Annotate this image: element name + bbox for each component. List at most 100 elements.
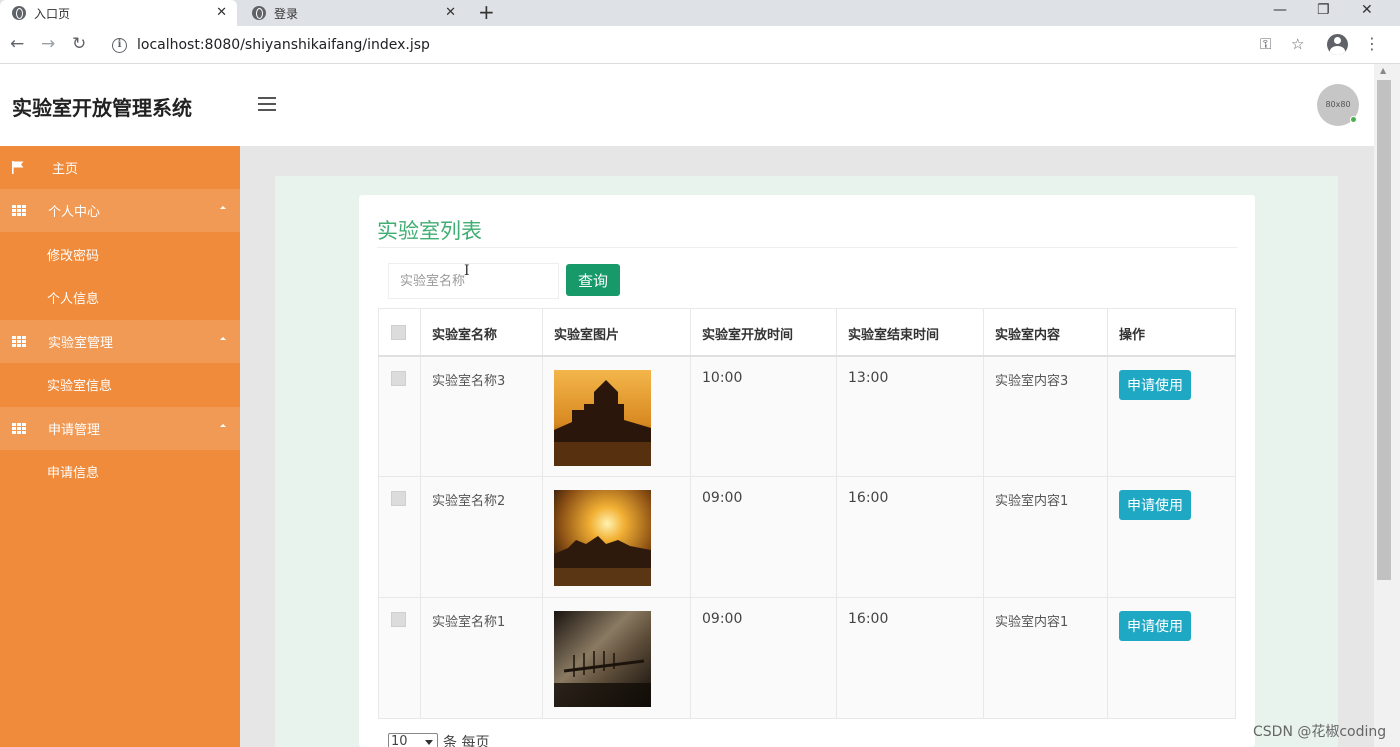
lab-name-cell: 实验室名称1 [420, 597, 543, 719]
table-header-row: 实验室名称 实验室图片 实验室开放时间 实验室结束时间 实验室内容 操作 [378, 308, 1236, 357]
sidebar-item-personal-info[interactable]: 个人信息 [0, 276, 240, 319]
sidebar-item-label: 主页 [52, 162, 79, 177]
sidebar-item-change-password[interactable]: 修改密码 [0, 233, 240, 276]
new-tab-button[interactable]: + [478, 1, 495, 23]
browser-toolbar: ← → ↻ i localhost:8080/shiyanshikaifang/… [0, 26, 1400, 64]
sidebar-item-label: 实验室信息 [47, 379, 113, 394]
url-text[interactable]: localhost:8080/shiyanshikaifang/index.js… [137, 37, 430, 53]
apply-button[interactable]: 申请使用 [1119, 490, 1191, 520]
column-header: 实验室结束时间 [836, 308, 984, 357]
lab-name-cell: 实验室名称2 [420, 476, 543, 598]
search-input[interactable] [388, 263, 559, 299]
close-time-cell: 13:00 [836, 355, 984, 477]
browser-tab-login[interactable]: 登录 ✕ [240, 0, 466, 26]
close-time-cell: 16:00 [836, 597, 984, 719]
app-title: 实验室开放管理系统 [12, 96, 192, 120]
page-size-label: 条 每页 [443, 735, 490, 747]
close-window-button[interactable]: ✕ [1361, 0, 1373, 20]
address-bar[interactable]: i localhost:8080/shiyanshikaifang/index.… [102, 31, 1322, 59]
star-icon[interactable]: ☆ [1291, 35, 1304, 53]
table-row: 实验室名称2 09:00 16:00 实验室内容1 申请使用 [378, 476, 1236, 598]
row-checkbox[interactable] [391, 491, 406, 506]
sidebar-item-label: 个人中心 [48, 205, 101, 220]
close-tab-icon[interactable]: ✕ [445, 5, 456, 21]
row-select-cell [378, 597, 421, 719]
close-tab-icon[interactable]: ✕ [216, 5, 227, 21]
select-all-checkbox[interactable] [391, 325, 406, 340]
app-header: 实验室开放管理系统 80x80 [0, 64, 1374, 146]
sidebar-item-application-info[interactable]: 申请信息 [0, 450, 240, 493]
watermark: CSDN @花椒coding [1253, 724, 1387, 740]
hamburger-menu-icon[interactable] [258, 97, 276, 111]
page-title: 实验室列表 [377, 219, 482, 243]
sidebar-item-label: 申请信息 [47, 466, 100, 481]
open-time-cell: 10:00 [690, 355, 837, 477]
sidebar-item-label: 个人信息 [47, 292, 100, 307]
lab-list-card: 实验室列表 I 查询 实验室名称 实验室图片 实验室开放时间 实验室结束时间 实… [359, 195, 1255, 747]
globe-icon [252, 6, 266, 20]
grid-icon [12, 423, 26, 434]
browser-tab-active[interactable]: 入口页 ✕ [0, 0, 237, 26]
key-icon[interactable]: ⚿ [1260, 35, 1271, 53]
lab-table: 实验室名称 实验室图片 实验室开放时间 实验室结束时间 实验室内容 操作 实验室… [378, 308, 1236, 719]
row-select-cell [378, 476, 421, 598]
sidebar-item-label: 实验室管理 [48, 336, 114, 351]
lab-image-cell [542, 355, 691, 477]
forward-arrow-icon[interactable]: → [41, 34, 55, 54]
apply-button[interactable]: 申请使用 [1119, 611, 1191, 641]
sidebar-group-lab-management[interactable]: 实验室管理 [0, 320, 240, 363]
sidebar-group-application-management[interactable]: 申请管理 [0, 407, 240, 450]
lab-content-cell: 实验室内容1 [983, 597, 1108, 719]
column-header: 实验室图片 [542, 308, 691, 357]
row-select-cell [378, 355, 421, 477]
browser-tab-strip: 入口页 ✕ 登录 ✕ + — ❐ ✕ [0, 0, 1400, 26]
lab-content-cell: 实验室内容1 [983, 476, 1108, 598]
sidebar: 主页 个人中心 修改密码 个人信息 实验室管理 实验室信息 申请管理 申请信息 [0, 146, 240, 747]
column-header: 实验室内容 [983, 308, 1108, 357]
open-time-cell: 09:00 [690, 476, 837, 598]
caret-up-icon [220, 206, 226, 209]
back-arrow-icon[interactable]: ← [10, 34, 24, 54]
pagination: 10 条 每页 [388, 732, 489, 747]
column-header: 实验室名称 [420, 308, 543, 357]
search-button[interactable]: 查询 [566, 264, 620, 296]
action-cell: 申请使用 [1107, 476, 1236, 598]
grid-icon [12, 205, 26, 216]
action-cell: 申请使用 [1107, 597, 1236, 719]
lab-content-cell: 实验室内容3 [983, 355, 1108, 477]
close-time-cell: 16:00 [836, 476, 984, 598]
lab-image[interactable] [554, 611, 651, 707]
apply-button[interactable]: 申请使用 [1119, 369, 1191, 400]
lab-image-cell [542, 597, 691, 719]
sidebar-item-lab-info[interactable]: 实验室信息 [0, 363, 240, 406]
text-cursor-icon: I [464, 263, 470, 279]
column-header: 操作 [1107, 308, 1236, 357]
profile-icon[interactable] [1327, 34, 1348, 55]
sidebar-item-home[interactable]: 主页 [0, 146, 240, 189]
action-cell: 申请使用 [1107, 355, 1236, 477]
page-size-select[interactable]: 10 [388, 733, 438, 747]
table-row: 实验室名称1 09:00 16:00 实验室内容1 申请使用 [378, 597, 1236, 719]
restore-button[interactable]: ❐ [1317, 0, 1330, 20]
select-all-header [378, 308, 421, 357]
tab-title: 登录 [274, 6, 299, 21]
caret-up-icon [220, 337, 226, 340]
sidebar-group-personal[interactable]: 个人中心 [0, 189, 240, 232]
more-menu-icon[interactable]: ⋮ [1364, 34, 1380, 54]
table-row: 实验室名称3 10:00 13:00 实验室内容3 申请使用 [378, 355, 1236, 477]
minimize-button[interactable]: — [1273, 0, 1287, 20]
row-checkbox[interactable] [391, 612, 406, 627]
lab-image[interactable] [554, 369, 651, 466]
column-header: 实验室开放时间 [690, 308, 837, 357]
sidebar-item-label: 申请管理 [48, 423, 101, 438]
caret-up-icon [220, 424, 226, 427]
tab-title: 入口页 [34, 6, 71, 21]
row-checkbox[interactable] [391, 370, 406, 386]
open-time-cell: 09:00 [690, 597, 837, 719]
scroll-up-arrow-icon[interactable]: ▲ [1380, 66, 1386, 76]
lab-image[interactable] [554, 490, 651, 586]
reload-icon[interactable]: ↻ [72, 34, 86, 54]
scrollbar-thumb[interactable] [1377, 80, 1391, 580]
info-icon[interactable]: i [112, 37, 127, 53]
grid-icon [12, 336, 26, 347]
